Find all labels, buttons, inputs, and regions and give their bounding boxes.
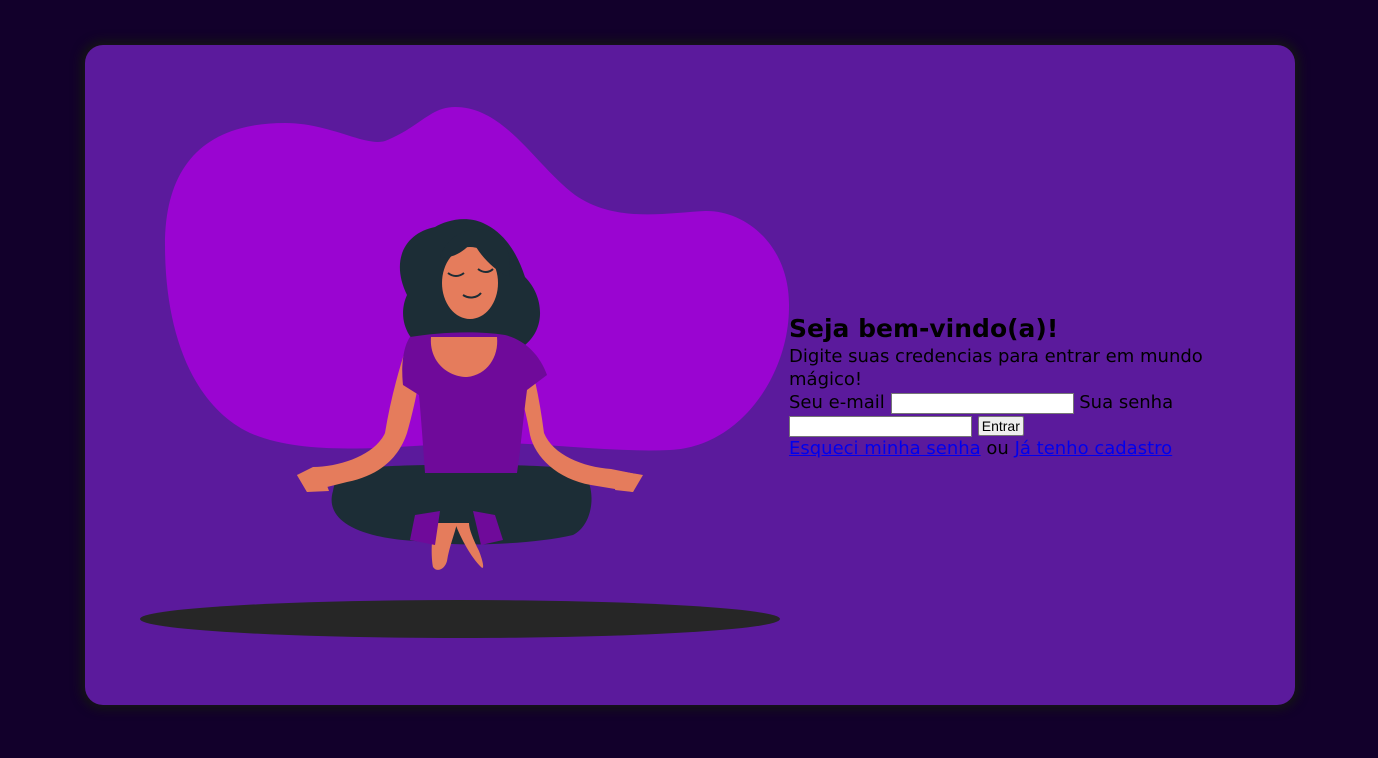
email-field[interactable] xyxy=(890,392,1074,414)
password-label: Sua senha xyxy=(1079,392,1174,413)
email-label: Seu e-mail xyxy=(789,392,885,413)
login-panel: Seja bem-vindo(a)! Digite suas credencia… xyxy=(789,313,1249,460)
floor-shadow xyxy=(140,600,780,638)
forgot-password-link[interactable]: Esqueci minha senha xyxy=(789,438,981,459)
submit-button[interactable]: Entrar xyxy=(977,416,1024,436)
links-separator: ou xyxy=(986,438,1009,459)
auth-links: Esqueci minha senha ou Já tenho cadastro xyxy=(789,437,1249,460)
password-field[interactable] xyxy=(789,415,972,437)
login-form: Seu e-mail Sua senha Entrar xyxy=(789,391,1249,437)
already-registered-link[interactable]: Já tenho cadastro xyxy=(1015,438,1173,459)
login-card: Seja bem-vindo(a)! Digite suas credencia… xyxy=(85,45,1295,705)
right-hand xyxy=(615,471,643,492)
welcome-heading: Seja bem-vindo(a)! xyxy=(789,314,1059,343)
meditating-woman-illustration xyxy=(140,107,790,638)
welcome-subtitle: Digite suas credencias para entrar em mu… xyxy=(789,346,1203,390)
